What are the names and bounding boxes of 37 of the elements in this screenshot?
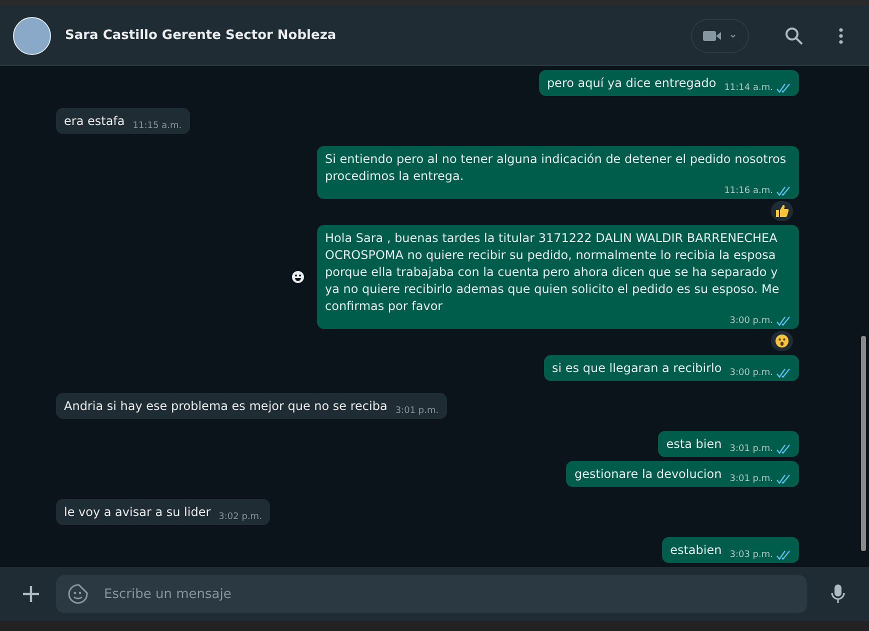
message-time: 11:16 a.m. xyxy=(724,185,773,197)
menu-icon[interactable] xyxy=(839,28,843,44)
reaction-badge[interactable] xyxy=(771,201,793,221)
message-text: esta bien xyxy=(666,436,722,453)
microphone-icon[interactable] xyxy=(831,584,845,604)
smiley-icon[interactable] xyxy=(289,268,307,286)
contact-name[interactable]: Sara Castillo Gerente Sector Nobleza xyxy=(65,28,691,43)
message-text: le voy a avisar a su lider xyxy=(64,504,211,521)
message-text: Hola Sara , buenas tardes la titular 3171222 DALIN WALDIR BARRENECHEA OCROSPOMA no quiere recibir su pedido, normalmente lo recibia la esposa porque ella trabajaba con la cuenta pero ahora dicen que se ha separado y ya no quiere recibirlo ademas que quien solicito el pedido es su esposo. Me confirmas por favor xyxy=(325,230,780,315)
search-icon[interactable] xyxy=(785,26,803,44)
message-time: 11:15 a.m. xyxy=(132,120,182,132)
message-text: si es que llegaran a recibirlo xyxy=(552,360,722,377)
message-time: 3:01 p.m. xyxy=(730,473,773,485)
message-text: pero aquí ya dice entregado xyxy=(546,75,716,92)
plus-icon[interactable] xyxy=(22,585,40,603)
message-time: 3:01 p.m. xyxy=(395,405,439,417)
message-text: Si entiendo pero al no tener alguna indicación de detener el pedido nosotros procedimos la entrega. xyxy=(325,151,788,185)
surprised-face-icon xyxy=(775,334,789,348)
message-text: Andria si hay ese problema es mejor que no se reciba xyxy=(64,398,388,415)
video-camera-icon xyxy=(703,28,737,42)
message-text: estabien xyxy=(670,542,722,559)
message-text: era estafa xyxy=(64,113,125,130)
message-time: 3:01 p.m. xyxy=(730,443,773,455)
message-time: 3:00 p.m. xyxy=(730,367,773,379)
message-time: 3:00 p.m. xyxy=(730,315,773,327)
message-text: gestionare la devolucion xyxy=(574,466,722,483)
message-time: 3:03 p.m. xyxy=(730,549,773,561)
video-call-button[interactable] xyxy=(691,18,749,52)
message-text-input[interactable]: Escribe un mensaje xyxy=(102,586,795,602)
scrollbar[interactable] xyxy=(861,336,866,551)
message-time: 3:02 p.m. xyxy=(218,511,262,523)
message-time: 11:14 a.m. xyxy=(724,82,773,94)
avatar[interactable] xyxy=(13,16,51,54)
thumbs-up-icon xyxy=(775,204,789,218)
message-input[interactable]: Escribe un mensaje xyxy=(56,575,807,613)
sticker-icon[interactable] xyxy=(68,584,88,604)
reaction-badge[interactable] xyxy=(771,331,793,351)
